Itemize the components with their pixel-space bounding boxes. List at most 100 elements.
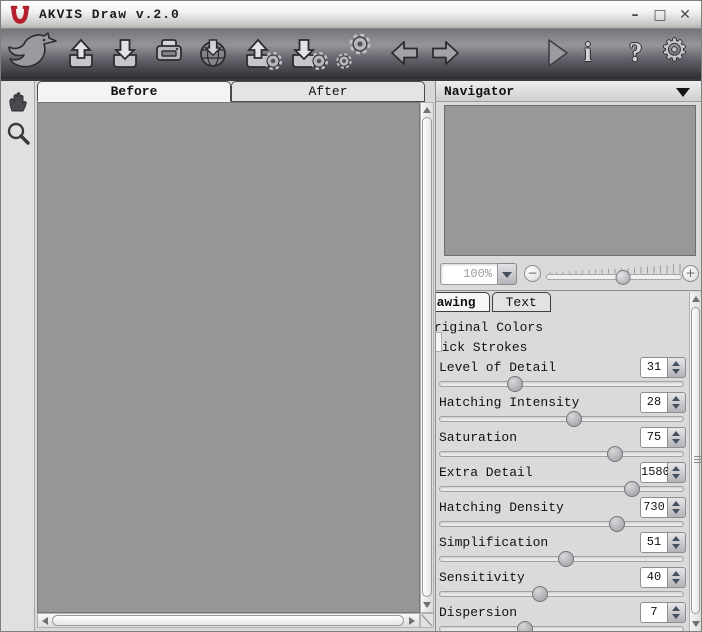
- spinner[interactable]: [668, 497, 686, 518]
- tab-before[interactable]: Before: [37, 81, 231, 102]
- slider-track[interactable]: [439, 451, 684, 457]
- open-image-icon[interactable]: [63, 36, 99, 70]
- redo-icon[interactable]: [427, 36, 463, 70]
- value-field[interactable]: 75: [640, 427, 668, 448]
- horizontal-scroll-thumb[interactable]: [52, 615, 404, 626]
- maximize-button[interactable]: □: [652, 7, 668, 23]
- slider-thumb[interactable]: [566, 411, 582, 427]
- spin-down-icon[interactable]: [672, 544, 680, 549]
- tab-text[interactable]: Text: [492, 292, 551, 312]
- info-icon[interactable]: i: [584, 35, 592, 69]
- spin-down-icon[interactable]: [672, 474, 680, 479]
- navigator-zoom-slider[interactable]: [546, 274, 682, 280]
- scroll-up-icon[interactable]: [423, 107, 431, 113]
- spinner[interactable]: [668, 532, 686, 553]
- scroll-right-icon[interactable]: [409, 617, 415, 625]
- batch-processing-icon[interactable]: [334, 33, 374, 73]
- spin-up-icon[interactable]: [672, 536, 680, 541]
- collapse-triangle-icon[interactable]: [676, 88, 690, 97]
- zoom-in-button[interactable]: +: [682, 265, 699, 282]
- zoom-dropdown-button[interactable]: [498, 263, 517, 285]
- undo-icon[interactable]: [387, 36, 423, 70]
- checkbox-original-colors[interactable]: Original Colors: [436, 317, 689, 337]
- spin-down-icon[interactable]: [672, 369, 680, 374]
- value-field[interactable]: 28: [640, 392, 668, 413]
- value-field[interactable]: 730: [640, 497, 668, 518]
- spin-up-icon[interactable]: [672, 466, 680, 471]
- preferences-gear-icon[interactable]: ⚙: [661, 34, 688, 68]
- print-icon[interactable]: [151, 36, 187, 70]
- export-presets-icon[interactable]: [286, 36, 328, 70]
- slider-thumb[interactable]: [558, 551, 574, 567]
- checkbox-thick-strokes[interactable]: Thick Strokes: [436, 337, 689, 357]
- zoom-tool[interactable]: [1, 117, 35, 149]
- spinner[interactable]: [668, 462, 686, 483]
- slider-thumb[interactable]: [624, 481, 640, 497]
- slider-track[interactable]: [439, 486, 684, 492]
- spinner[interactable]: [668, 427, 686, 448]
- canvas-vertical-scrollbar[interactable]: [420, 102, 434, 613]
- spin-up-icon[interactable]: [672, 606, 680, 611]
- spin-down-icon[interactable]: [672, 579, 680, 584]
- settings-scrollbar[interactable]: [689, 292, 702, 631]
- tab-after[interactable]: After: [231, 81, 425, 102]
- spin-up-icon[interactable]: [672, 501, 680, 506]
- akvis-bird-logo-icon: [4, 31, 62, 79]
- slider-saturation: Saturation 75: [436, 427, 689, 462]
- spinner[interactable]: [668, 392, 686, 413]
- scroll-left-icon[interactable]: [42, 617, 48, 625]
- spin-up-icon[interactable]: [672, 396, 680, 401]
- value-field[interactable]: 51: [640, 532, 668, 553]
- scroll-up-icon[interactable]: [692, 296, 700, 302]
- spinner[interactable]: [668, 567, 686, 588]
- scroll-down-icon[interactable]: [692, 621, 700, 627]
- spinner[interactable]: [668, 357, 686, 378]
- spin-down-icon[interactable]: [672, 439, 680, 444]
- scroll-down-icon[interactable]: [423, 602, 431, 608]
- image-canvas[interactable]: [37, 102, 420, 613]
- zoom-out-button[interactable]: −: [524, 265, 541, 282]
- spin-down-icon[interactable]: [672, 404, 680, 409]
- spin-up-icon[interactable]: [672, 431, 680, 436]
- slider-thumb[interactable]: [517, 621, 533, 631]
- title-bar: AKVIS Draw v.2.0 – □ ✕: [1, 1, 701, 29]
- slider-thumb[interactable]: [532, 586, 548, 602]
- minimize-button[interactable]: –: [627, 7, 643, 23]
- run-icon[interactable]: [542, 36, 570, 70]
- spin-down-icon[interactable]: [672, 614, 680, 619]
- slider-thumb[interactable]: [609, 516, 625, 532]
- settings-panel: DrawingText Original Colors Thick Stroke…: [436, 292, 689, 631]
- slider-thumb[interactable]: [507, 376, 523, 392]
- slider-track[interactable]: [439, 591, 684, 597]
- canvas-horizontal-scrollbar[interactable]: [37, 613, 420, 628]
- slider-track[interactable]: [439, 381, 684, 387]
- zoom-slider-thumb[interactable]: [616, 270, 631, 285]
- value-field[interactable]: 31: [640, 357, 668, 378]
- spin-up-icon[interactable]: [672, 361, 680, 366]
- save-image-icon[interactable]: [107, 36, 143, 70]
- navigator-preview[interactable]: [444, 105, 696, 256]
- import-presets-icon[interactable]: [240, 36, 282, 70]
- value-field[interactable]: 40: [640, 567, 668, 588]
- slider-track[interactable]: [439, 556, 684, 562]
- spin-down-icon[interactable]: [672, 509, 680, 514]
- spinner[interactable]: [668, 602, 686, 623]
- vertical-scroll-thumb[interactable]: [422, 117, 432, 597]
- publish-to-web-icon[interactable]: [195, 36, 231, 70]
- hand-tool[interactable]: [1, 85, 35, 117]
- value-field[interactable]: 1580: [640, 462, 668, 483]
- tab-drawing[interactable]: Drawing: [436, 292, 490, 312]
- spin-up-icon[interactable]: [672, 571, 680, 576]
- slider-extra-detail: Extra Detail 1580: [436, 462, 689, 497]
- close-button[interactable]: ✕: [677, 7, 693, 23]
- settings-scroll-thumb[interactable]: [691, 307, 700, 614]
- slider-track[interactable]: [439, 626, 684, 631]
- slider-track[interactable]: [439, 416, 684, 422]
- zoom-value-combo[interactable]: 100%: [440, 263, 498, 285]
- slider-track[interactable]: [439, 521, 684, 527]
- zoom-controls: 100% −: [436, 262, 702, 288]
- hand-icon: [6, 89, 30, 113]
- slider-thumb[interactable]: [607, 446, 623, 462]
- help-icon[interactable]: ?: [629, 35, 643, 69]
- value-field[interactable]: 7: [640, 602, 668, 623]
